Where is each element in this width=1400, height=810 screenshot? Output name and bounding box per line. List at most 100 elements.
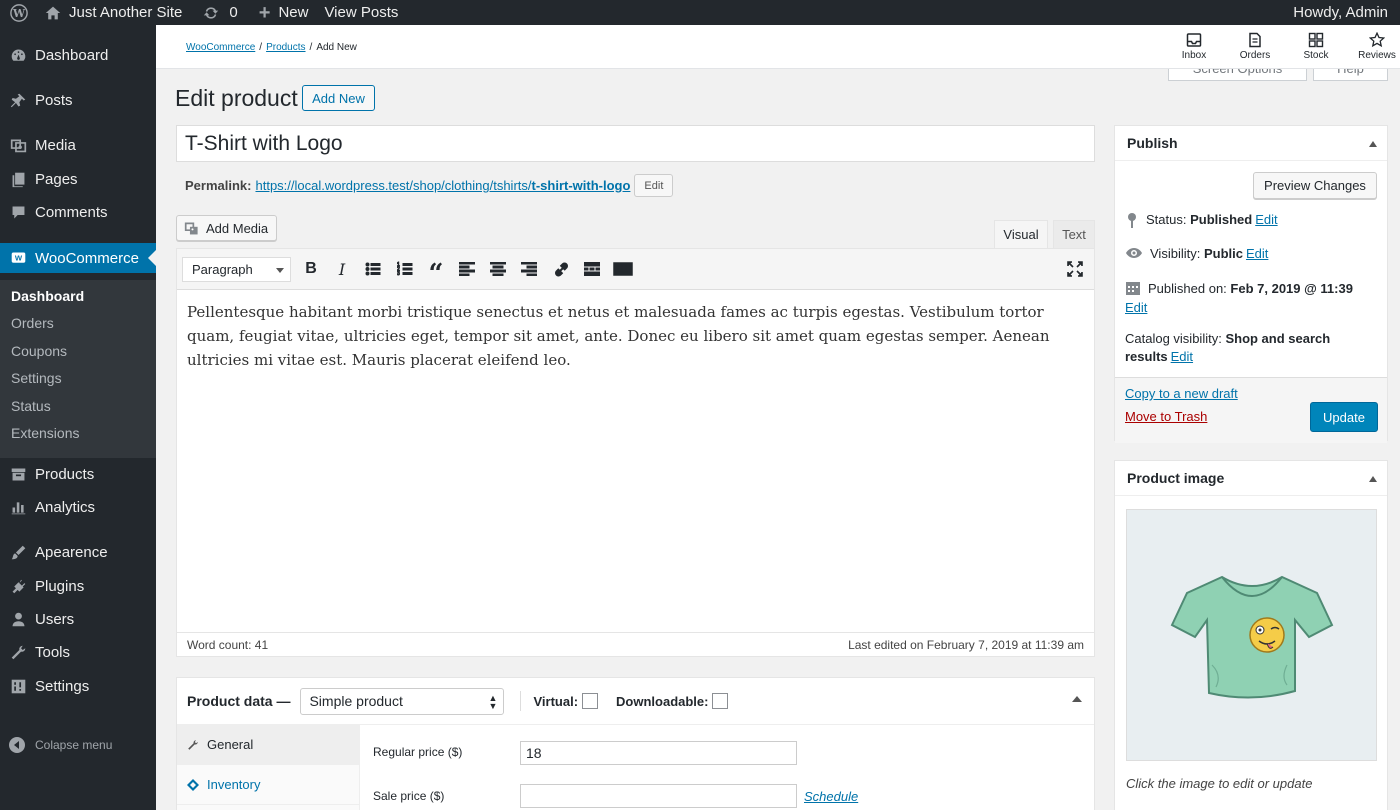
schedule-link[interactable]: Schedule	[804, 789, 858, 804]
add-new-button[interactable]: Add New	[302, 85, 375, 111]
align-left-icon[interactable]	[457, 259, 477, 279]
sidebar-item-analytics[interactable]: Analytics	[0, 492, 156, 522]
sale-price-input[interactable]	[520, 784, 797, 808]
account-greeting[interactable]: Howdy, Admin	[1284, 0, 1400, 25]
sidebar-label: Plugins	[35, 577, 85, 595]
sidebar-item-posts[interactable]: Posts	[0, 85, 156, 115]
collapse-menu-button[interactable]: Colapse menu	[9, 737, 112, 753]
submenu-dashboard[interactable]: Dashboard	[11, 288, 84, 304]
product-data-toggle-icon[interactable]	[1072, 696, 1082, 702]
add-media-icon	[184, 222, 198, 234]
tab-inventory[interactable]: Inventory	[177, 765, 360, 805]
woocommerce-icon: W	[9, 249, 27, 267]
product-title-input[interactable]: T-Shirt with Logo	[176, 125, 1095, 162]
catalog-edit-link[interactable]: Edit	[1171, 349, 1193, 364]
collapse-toggle-icon[interactable]	[1369, 476, 1377, 482]
submenu-settings[interactable]: Settings	[11, 370, 62, 386]
permalink-edit-button[interactable]: Edit	[634, 174, 674, 197]
publish-box: Publish Preview Changes Status: Publishe…	[1114, 125, 1388, 443]
page-title: Edit product	[175, 85, 298, 111]
activity-reviews[interactable]: Reviews	[1352, 32, 1400, 61]
regular-price-input[interactable]: 18	[520, 741, 797, 765]
sidebar-item-dashboard[interactable]: Dashboard	[0, 40, 156, 70]
submenu-orders[interactable]: Orders	[11, 315, 54, 331]
read-more-icon[interactable]	[582, 259, 602, 279]
downloadable-checkbox[interactable]	[712, 693, 729, 709]
sidebar-item-products[interactable]: Products	[0, 459, 156, 489]
downloadable-label: Downloadable:	[616, 693, 709, 709]
sale-price-label: Sale price ($)	[373, 789, 445, 803]
preview-changes-button[interactable]: Preview Changes	[1253, 172, 1377, 199]
sidebar-item-appearance[interactable]: Apearence	[0, 537, 156, 567]
product-image[interactable]	[1126, 509, 1377, 761]
view-posts-link[interactable]: View Posts	[317, 0, 407, 25]
virtual-checkbox[interactable]	[582, 693, 599, 709]
content-editor: Paragraph B I 123 “ Pellentesque habitan…	[176, 248, 1095, 657]
sidebar-item-woocommerce[interactable]: W WooCommerce	[0, 243, 156, 273]
tab-text[interactable]: Text	[1053, 220, 1095, 248]
status-row: Status: Published Edit	[1125, 212, 1278, 228]
collapse-toggle-icon[interactable]	[1369, 141, 1377, 147]
breadcrumb-products[interactable]: Products	[266, 42, 305, 53]
tab-general[interactable]: General	[177, 725, 360, 765]
update-button[interactable]: Update	[1310, 402, 1378, 432]
align-right-icon[interactable]	[519, 259, 539, 279]
align-center-icon[interactable]	[488, 259, 508, 279]
updates-link[interactable]: 0	[191, 0, 246, 25]
link-icon[interactable]	[551, 259, 571, 279]
bold-icon[interactable]: B	[301, 259, 321, 279]
blockquote-icon[interactable]: “	[426, 259, 446, 287]
move-to-trash-link[interactable]: Move to Trash	[1125, 409, 1207, 424]
help-tab[interactable]: Help	[1313, 69, 1388, 81]
numbered-list-icon[interactable]: 123	[395, 259, 415, 279]
permalink-row: Permalink: https://local.wordpress.test/…	[185, 174, 674, 197]
published-edit-link[interactable]: Edit	[1125, 300, 1147, 315]
copy-draft-link[interactable]: Copy to a new draft	[1125, 386, 1238, 401]
product-image-box: Product image Click the image to edit or…	[1114, 460, 1388, 810]
add-media-button[interactable]: Add Media	[176, 215, 277, 241]
tab-visual[interactable]: Visual	[994, 220, 1048, 248]
toolbar-toggle-icon[interactable]	[612, 259, 634, 279]
submenu-coupons[interactable]: Coupons	[11, 343, 67, 359]
breadcrumb-woocommerce[interactable]: WooCommerce	[186, 42, 255, 53]
submenu-status[interactable]: Status	[11, 398, 51, 414]
format-select[interactable]: Paragraph	[182, 257, 291, 282]
calendar-icon	[1126, 282, 1140, 295]
visibility-edit-link[interactable]: Edit	[1246, 246, 1268, 261]
activity-label: Stock	[1303, 50, 1329, 61]
sidebar-item-settings[interactable]: Settings	[0, 671, 156, 701]
product-data-title: Product data —	[187, 693, 291, 709]
fullscreen-icon[interactable]	[1065, 259, 1085, 279]
sidebar-item-tools[interactable]: Tools	[0, 637, 156, 667]
media-icon	[9, 136, 27, 154]
new-content-link[interactable]: + New	[247, 0, 318, 25]
sidebar-item-pages[interactable]: Pages	[0, 164, 156, 194]
dashboard-icon	[9, 46, 27, 64]
divider	[520, 691, 522, 711]
regular-price-label: Regular price ($)	[373, 745, 463, 759]
activity-label: Reviews	[1358, 50, 1396, 61]
status-edit-link[interactable]: Edit	[1255, 212, 1277, 227]
sidebar-item-comments[interactable]: Comments	[0, 197, 156, 227]
sidebar-item-users[interactable]: Users	[0, 604, 156, 634]
italic-icon[interactable]: I	[332, 259, 352, 279]
activity-inbox[interactable]: Inbox	[1169, 32, 1219, 61]
bulleted-list-icon[interactable]	[363, 259, 383, 279]
permalink-url[interactable]: https://local.wordpress.test/shop/clothi…	[255, 178, 630, 193]
site-name: Just Another Site	[69, 4, 183, 21]
site-name-link[interactable]: Just Another Site	[37, 0, 191, 25]
submenu-extensions[interactable]: Extensions	[11, 425, 79, 441]
sidebar-item-media[interactable]: Media	[0, 130, 156, 160]
downloadable-option: Downloadable:	[616, 693, 729, 709]
product-type-select[interactable]: Simple product ▲ ▼	[300, 687, 505, 715]
editor-content[interactable]: Pellentesque habitant morbi tristique se…	[187, 300, 1077, 372]
activity-stock[interactable]: Stock	[1291, 32, 1341, 61]
screen-options-tab[interactable]: Screen Options	[1168, 69, 1307, 81]
inventory-icon	[187, 778, 199, 791]
sidebar-item-plugins[interactable]: Plugins	[0, 571, 156, 601]
sidebar-label: WooCommerce	[35, 249, 139, 267]
wordpress-logo-icon[interactable]: W	[0, 0, 37, 25]
activity-orders[interactable]: Orders	[1230, 32, 1280, 61]
product-image-header: Product image	[1115, 461, 1387, 496]
catalog-visibility-row: Catalog visibility: Shop and search resu…	[1125, 330, 1379, 366]
